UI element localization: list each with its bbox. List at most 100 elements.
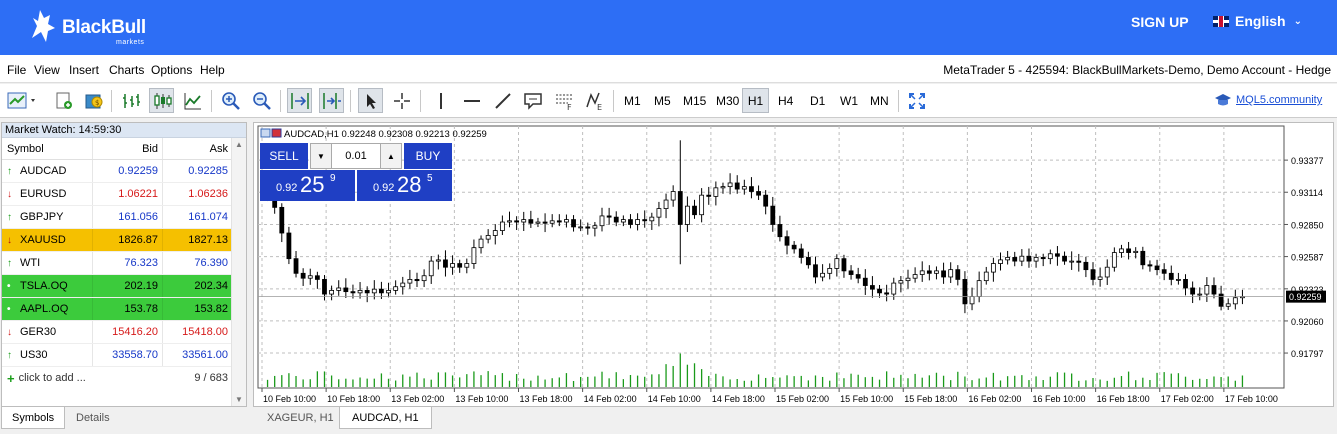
lot-increase-button[interactable]: ▲ [380,143,402,169]
zoom-in-icon[interactable] [218,88,243,113]
market-watch-scrollbar[interactable]: ▲ ▼ [231,138,246,406]
signup-button[interactable]: SIGN UP [1131,14,1189,30]
tf-d1[interactable]: D1 [807,88,828,113]
bull-candle [934,270,939,274]
fullscreen-icon[interactable] [904,88,929,113]
tab-details[interactable]: Details [66,407,120,429]
candlestick-icon[interactable] [149,88,174,113]
ask-value: 76.390 [162,252,232,274]
bear-candle [770,205,776,225]
market-watch-row-ger30[interactable]: ↓ GER30 15416.20 15418.00 [2,321,246,344]
tf-m5[interactable]: M5 [651,88,674,113]
market-watch-row-gbpjpy[interactable]: ↑ GBPJPY 161.056 161.074 [2,206,246,229]
market-watch-row-audcad[interactable]: ↑ AUDCAD 0.92259 0.92285 [2,160,246,183]
bear-candle [884,292,890,295]
tf-w1[interactable]: W1 [837,88,861,113]
wallet-icon[interactable]: $ [81,88,106,113]
trendline-icon[interactable] [490,88,515,113]
bear-candle [706,194,712,197]
dot-icon: • [7,303,11,315]
lot-decrease-button[interactable]: ▼ [310,143,332,169]
new-chart-button[interactable] [6,88,40,113]
menu-bar: File View Insert Charts Options Help Met… [0,55,1337,83]
market-watch-row-wti[interactable]: ↑ WTI 76.323 76.390 [2,252,246,275]
lot-size-input[interactable] [332,143,380,169]
bull-candle [1225,303,1231,307]
brand-bar: BlackBull markets SIGN UP English ⌄ [0,0,1337,55]
elliott-wave-icon[interactable]: E [582,88,607,113]
zoom-out-icon[interactable] [249,88,274,113]
dot-icon: • [7,280,11,292]
bear-candle [1026,255,1032,262]
language-selector[interactable]: English ⌄ [1213,13,1302,29]
vertical-line-icon[interactable] [428,88,453,113]
bar-chart-icon[interactable] [118,88,143,113]
tab-symbols[interactable]: Symbols [1,407,66,429]
sell-price-big: 25 [300,172,325,197]
chart-shift-icon[interactable] [319,88,344,113]
click-to-add-row[interactable]: + click to add ... 9 / 683 [2,367,246,390]
market-watch-row-aapl-oq[interactable]: • AAPL.OQ 153.78 153.82 [2,298,246,321]
tf-h4[interactable]: H4 [775,88,796,113]
bear-candle [798,248,804,258]
menu-options[interactable]: Options [151,63,192,77]
scroll-down-icon[interactable]: ▼ [235,395,243,404]
symbol-name: GER30 [20,325,57,338]
menu-insert[interactable]: Insert [69,63,99,77]
fibonacci-icon[interactable]: F [551,88,576,113]
menu-help[interactable]: Help [200,63,225,77]
blackbull-logo[interactable]: BlackBull markets [28,4,168,46]
tf-h1[interactable]: H1 [742,88,769,113]
market-watch-row-xauusd[interactable]: ↓ XAUUSD 1826.87 1827.13 [2,229,246,252]
bull-candle [1033,257,1039,262]
tf-mn[interactable]: MN [867,88,892,113]
tf-m15[interactable]: M15 [680,88,709,113]
bull-candle [948,269,954,278]
ask-header[interactable]: Ask [162,138,232,159]
market-watch-row-eurusd[interactable]: ↓ EURUSD 1.06221 1.06236 [2,183,246,206]
tab-xageur-h1[interactable]: XAGEUR, H1 [255,407,346,429]
bear-candle [457,263,463,268]
bull-candle [592,225,598,229]
symbol-name: AUDCAD [20,164,67,177]
bull-candle [428,260,434,277]
market-watch-row-tsla-oq[interactable]: • TSLA.OQ 202.19 202.34 [2,275,246,298]
symbol-name: GBPJPY [20,210,64,223]
scroll-up-icon[interactable]: ▲ [235,140,243,149]
buy-button[interactable]: BUY [404,143,452,169]
bull-candle [905,277,911,282]
sell-button[interactable]: SELL [260,143,308,169]
bid-header[interactable]: Bid [92,138,162,159]
bear-candle [1161,269,1167,274]
symbol-header[interactable]: Symbol [2,138,92,159]
bear-candle [571,219,576,228]
bull-candle [998,259,1003,264]
buy-price-button[interactable]: 0.92 28 5 [357,170,452,201]
tab-audcad-h1[interactable]: AUDCAD, H1 [339,407,432,429]
line-chart-icon[interactable] [180,88,205,113]
sell-price-button[interactable]: 0.92 25 9 [260,170,355,201]
menu-charts[interactable]: Charts [109,63,144,77]
menu-view[interactable]: View [34,63,60,77]
tf-m1[interactable]: M1 [621,88,644,113]
autoscroll-icon[interactable] [287,88,312,113]
bull-candle [983,271,989,282]
plus-icon: + [7,371,15,386]
cursor-icon[interactable] [358,88,383,113]
horizontal-line-icon[interactable] [459,88,484,113]
market-watch-row-us30[interactable]: ↑ US30 33558.70 33561.00 [2,344,246,367]
bull-candle [492,230,498,236]
crosshair-icon[interactable] [389,88,414,113]
menu-file[interactable]: File [7,63,26,77]
bull-candle [684,205,690,225]
profiles-icon[interactable] [51,88,76,113]
bull-candle [713,187,719,197]
mql5-community-link[interactable]: MQL5.community [1214,93,1322,107]
add-symbol-label: click to add ... [18,372,86,384]
language-label: English [1235,13,1286,29]
text-label-icon[interactable] [520,88,545,113]
bear-candle [1126,248,1131,253]
tf-m30[interactable]: M30 [713,88,742,113]
bull-candle [827,268,833,274]
bear-candle [314,275,320,280]
